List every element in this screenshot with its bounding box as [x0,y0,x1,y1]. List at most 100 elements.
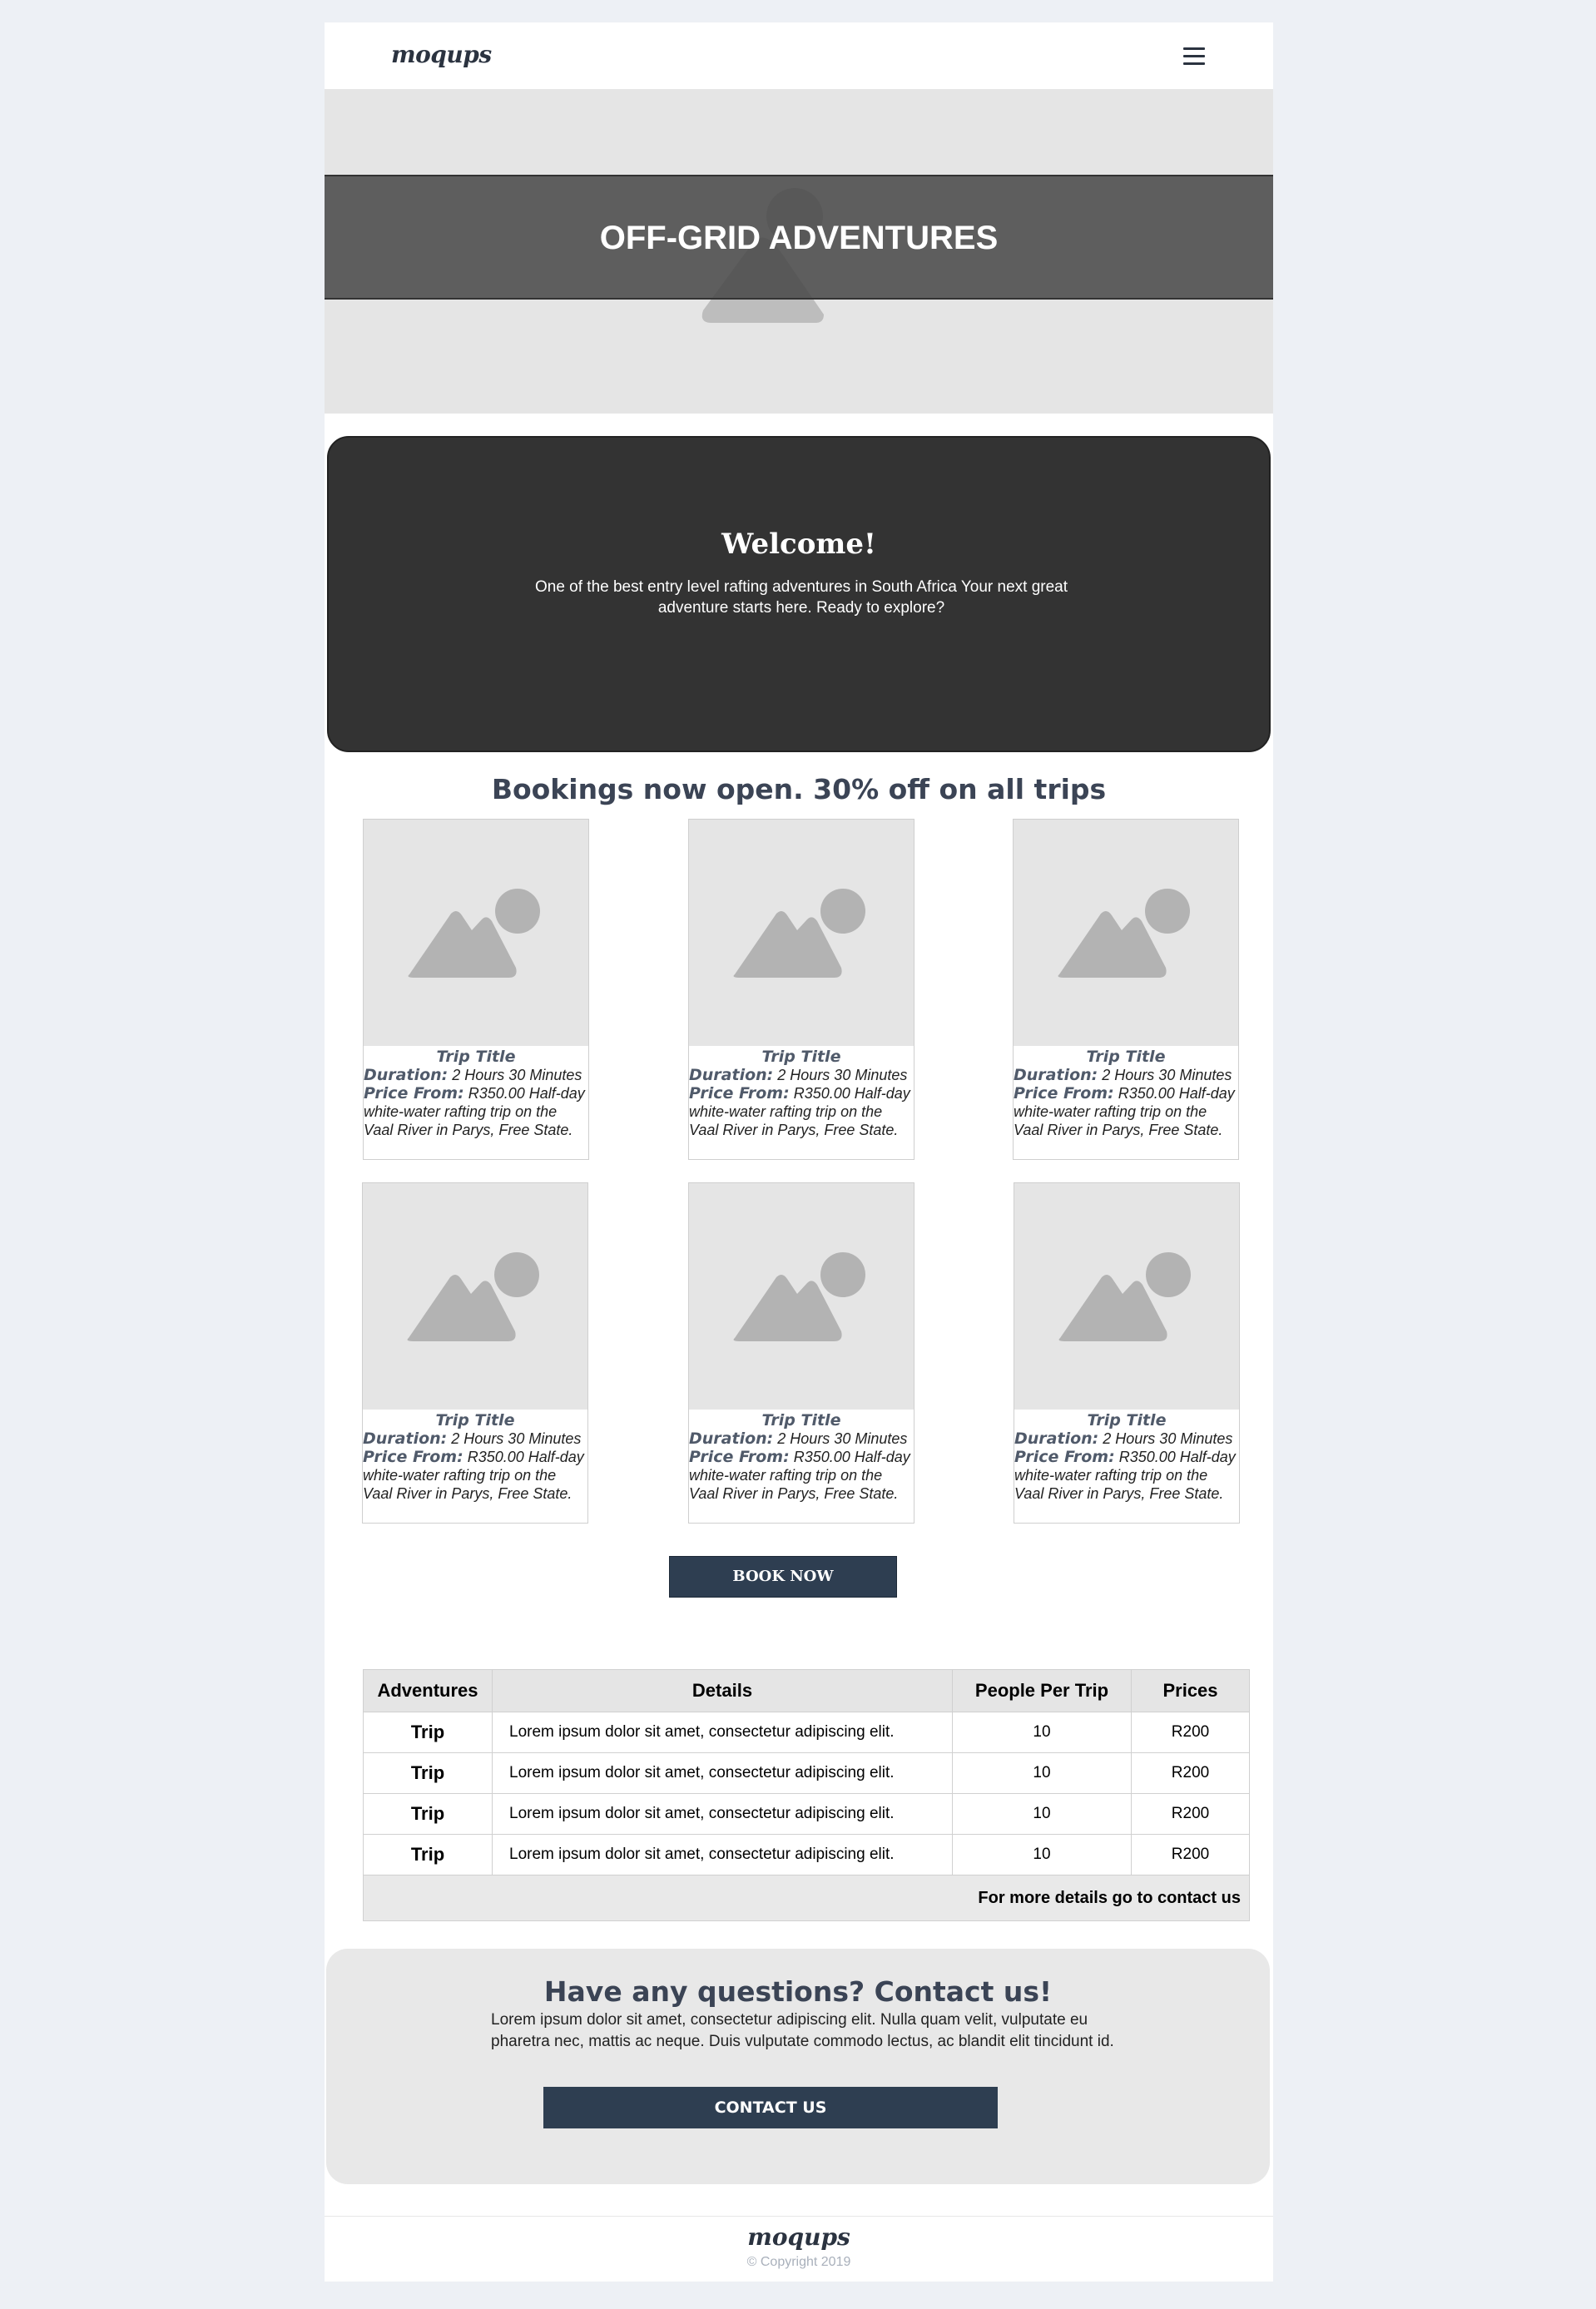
welcome-title: Welcome! [721,528,876,561]
image-placeholder-icon [407,1252,539,1341]
table-header-row: Adventures Details People Per Trip Price… [363,1669,1250,1712]
book-now-button[interactable]: BOOK NOW [669,1556,897,1598]
price-label: Price From: [689,1084,790,1102]
site-header: moqups [325,22,1273,90]
image-placeholder-icon [733,1252,865,1341]
table-cell: Lorem ipsum dolor sit amet, consectetur … [492,1752,953,1794]
trip-card[interactable]: Trip Title Duration: 2 Hours 30 Minutes Pr… [363,819,589,1160]
trip-price: Price From: R350.00 Half-day white-water… [1014,1084,1238,1139]
contact-section: Have any questions? Contact us! Lorem ip… [326,1949,1270,2184]
table-header: Details [492,1669,953,1712]
adventures-table: Adventures Details People Per Trip Price… [363,1669,1250,1921]
table-cell: 10 [952,1793,1132,1835]
table-cell: Lorem ipsum dolor sit amet, consectetur … [492,1834,953,1875]
copyright-text: © Copyright 2019 [746,2255,851,2269]
trip-details: Trip Title Duration: 2 Hours 30 Minutes Pr… [1014,1048,1238,1139]
trip-price: Price From: R350.00 Half-day white-water… [363,1448,587,1503]
table-header: People Per Trip [952,1669,1132,1712]
duration-label: Duration: [363,1429,448,1448]
trip-duration: Duration: 2 Hours 30 Minutes [363,1429,587,1448]
table-row: Trip Lorem ipsum dolor sit amet, consect… [363,1712,1250,1753]
footer-logo[interactable]: moqups [325,2223,1273,2251]
trip-price: Price From: R350.00 Half-day white-water… [364,1084,588,1139]
hamburger-menu-icon[interactable] [1183,47,1205,66]
table-cell: R200 [1131,1793,1250,1835]
trip-card[interactable]: Trip Title Duration: 2 Hours 30 Minutes Pr… [1014,1182,1240,1524]
table-row: Trip Lorem ipsum dolor sit amet, consect… [363,1752,1250,1794]
contact-title: Have any questions? Contact us! [543,1975,1053,2008]
duration-value: 2 Hours 30 Minutes [451,1430,582,1447]
trip-image [363,1183,587,1410]
table-cell: 10 [952,1834,1132,1875]
bookings-title: Bookings now open. 30% off on all trips [491,773,1107,805]
image-placeholder-icon [1058,1252,1191,1341]
trip-title: Trip Title [1087,1411,1167,1429]
trip-duration: Duration: 2 Hours 30 Minutes [364,1066,588,1084]
duration-value: 2 Hours 30 Minutes [452,1067,582,1083]
trip-title: Trip Title [761,1411,841,1429]
duration-label: Duration: [364,1066,449,1084]
table-cell: 10 [952,1752,1132,1794]
image-placeholder-icon [408,889,540,978]
table-cell: 10 [952,1712,1132,1753]
duration-value: 2 Hours 30 Minutes [1103,1430,1233,1447]
trip-details: Trip Title Duration: 2 Hours 30 Minutes Pr… [364,1048,588,1139]
hero-title: OFF-GRID ADVENTURES [599,220,999,256]
page-container: moqups OFF-GRID ADVENTURES Welcome! One … [325,22,1273,2282]
duration-label: Duration: [1014,1429,1099,1448]
image-placeholder-icon [1058,889,1190,978]
duration-value: 2 Hours 30 Minutes [777,1067,908,1083]
price-label: Price From: [1014,1448,1115,1466]
trip-details: Trip Title Duration: 2 Hours 30 Minutes Pr… [689,1411,914,1503]
table-cell: Trip [363,1752,493,1794]
trip-price: Price From: R350.00 Half-day white-water… [689,1084,914,1139]
duration-label: Duration: [689,1066,774,1084]
table-footer-note: For more details go to contact us [363,1875,1250,1921]
trip-image [1014,1183,1239,1410]
table-cell: Lorem ipsum dolor sit amet, consectetur … [492,1712,953,1753]
price-label: Price From: [1014,1084,1114,1102]
welcome-panel: Welcome! One of the best entry level raf… [327,436,1271,752]
price-label: Price From: [364,1084,464,1102]
table-row: Trip Lorem ipsum dolor sit amet, consect… [363,1834,1250,1875]
table-cell: Trip [363,1834,493,1875]
trip-image [1014,820,1238,1046]
contact-text: Lorem ipsum dolor sit amet, consectetur … [491,2011,1114,2050]
table-header: Adventures [363,1669,493,1712]
table-cell: Trip [363,1793,493,1835]
trip-image [689,1183,914,1410]
table-cell: R200 [1131,1834,1250,1875]
trip-duration: Duration: 2 Hours 30 Minutes [1014,1429,1239,1448]
trip-card[interactable]: Trip Title Duration: 2 Hours 30 Minutes Pr… [1013,819,1239,1160]
trip-price: Price From: R350.00 Half-day white-water… [1014,1448,1239,1503]
duration-value: 2 Hours 30 Minutes [1102,1067,1232,1083]
trip-details: Trip Title Duration: 2 Hours 30 Minutes Pr… [363,1411,587,1503]
table-header: Prices [1131,1669,1250,1712]
table-cell: Lorem ipsum dolor sit amet, consectetur … [492,1793,953,1835]
hero-banner: OFF-GRID ADVENTURES [325,90,1273,414]
trip-details: Trip Title Duration: 2 Hours 30 Minutes Pr… [689,1048,914,1139]
duration-value: 2 Hours 30 Minutes [777,1430,908,1447]
table-row: Trip Lorem ipsum dolor sit amet, consect… [363,1793,1250,1835]
trip-duration: Duration: 2 Hours 30 Minutes [689,1429,914,1448]
contact-us-button[interactable]: CONTACT US [543,2087,998,2128]
price-label: Price From: [363,1448,463,1466]
image-placeholder-icon [733,889,865,978]
duration-label: Duration: [689,1429,774,1448]
duration-label: Duration: [1014,1066,1098,1084]
table-footer-row: For more details go to contact us [363,1875,1250,1921]
trip-image [689,820,914,1046]
trip-title: Trip Title [436,1048,516,1066]
trip-card[interactable]: Trip Title Duration: 2 Hours 30 Minutes Pr… [688,819,914,1160]
trip-title: Trip Title [761,1048,841,1066]
welcome-text: One of the best entry level rafting adve… [534,578,1068,617]
trip-title: Trip Title [1086,1048,1166,1066]
table-cell: Trip [363,1712,493,1753]
trip-details: Trip Title Duration: 2 Hours 30 Minutes Pr… [1014,1411,1239,1503]
trip-card[interactable]: Trip Title Duration: 2 Hours 30 Minutes Pr… [688,1182,914,1524]
trip-card[interactable]: Trip Title Duration: 2 Hours 30 Minutes Pr… [362,1182,588,1524]
price-label: Price From: [689,1448,790,1466]
trip-duration: Duration: 2 Hours 30 Minutes [689,1066,914,1084]
table-cell: R200 [1131,1752,1250,1794]
logo[interactable]: moqups [391,41,492,68]
